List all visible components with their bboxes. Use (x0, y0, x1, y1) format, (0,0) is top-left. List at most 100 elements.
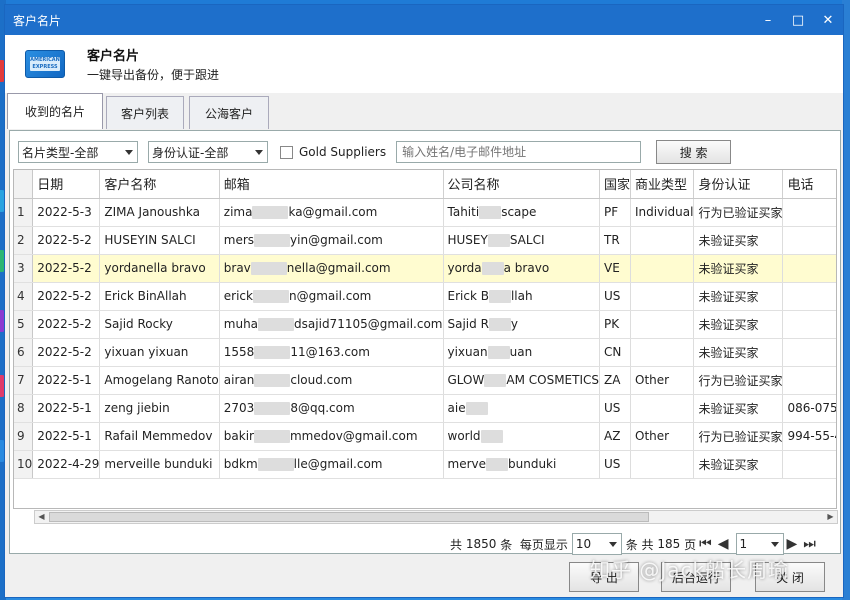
pager: 共 1850 条 每页显示 10 条 共 185 页 ⏮ ◀ 1 ▶ ⏭ (450, 533, 819, 555)
table-row[interactable]: 5 2022-5-2 Sajid Rocky muha dsajid71105@gmai… (14, 310, 836, 339)
email-part-start: airan (223, 373, 255, 387)
table-row[interactable]: 8 2022-5-1 zeng jiebin 2703 8@qq.com aie US 未验证… (14, 394, 836, 423)
company-part-end: uan (509, 345, 533, 359)
table-row[interactable]: 2 2022-5-2 HUSEYIN SALCI mers yin@gmail.com H… (14, 226, 836, 255)
table-row[interactable]: 4 2022-5-2 Erick BinAllah erick n@gmail.com E… (14, 282, 836, 311)
cell-date: 2022-5-2 (32, 254, 101, 283)
col-company[interactable]: 公司名称 (443, 170, 600, 199)
company-part-end: y (510, 317, 519, 331)
cell-company: Sajid R y (443, 310, 600, 339)
cell-biz: Other (630, 366, 695, 395)
tab-bar: 收到的名片 客户列表 公海客户 (5, 93, 843, 129)
col-date[interactable]: 日期 (32, 170, 101, 199)
cell-email: 1558 11@163.com (219, 338, 444, 367)
card-type-select[interactable]: 名片类型-全部 (18, 141, 138, 163)
cell-company: yorda a bravo (443, 254, 600, 283)
tab-customer-list[interactable]: 客户列表 (106, 96, 184, 129)
page-select[interactable]: 1 (735, 533, 784, 555)
cell-company: world (443, 422, 600, 451)
total-prefix: 共 (450, 537, 463, 552)
cell-date: 2022-5-2 (32, 338, 101, 367)
cell-biz: Individual (630, 198, 695, 227)
gold-suppliers-checkbox[interactable] (280, 145, 293, 159)
cell-email: bdkm lle@gmail.com (219, 450, 444, 479)
col-name[interactable]: 客户名称 (99, 170, 220, 199)
header: AMERICAN EXPRESS 客户名片 一键导出备份，便于跟进 (5, 35, 843, 93)
scroll-right-icon[interactable]: ▶ (824, 511, 837, 523)
scroll-thumb[interactable] (49, 512, 649, 522)
close-icon[interactable]: ✕ (813, 5, 843, 35)
verify-select[interactable]: 身份认证-全部 (148, 141, 268, 163)
cell-verify: 未验证买家 (693, 338, 784, 367)
cell-biz: Other (630, 422, 695, 451)
tab-received-cards[interactable]: 收到的名片 (7, 93, 103, 129)
minimize-icon[interactable]: – (753, 5, 783, 35)
first-page-icon[interactable]: ⏮ (699, 536, 712, 552)
email-part-end: n@gmail.com (288, 289, 372, 303)
email-part-end: ka@gmail.com (288, 205, 378, 219)
chevron-down-icon (770, 542, 779, 547)
redacted-block (254, 374, 291, 387)
table-row[interactable]: 10 2022-4-29 merveille bunduki bdkm lle@gmai… (14, 450, 836, 479)
customer-card-window: 客户名片 – □ ✕ AMERICAN EXPRESS 客户名片 一键导出备份，… (4, 4, 844, 598)
total-count: 1850 (465, 537, 497, 551)
cell-verify: 未验证买家 (693, 282, 784, 311)
redacted-block (253, 430, 290, 443)
row-number: 9 (14, 422, 34, 451)
cell-phone (782, 254, 836, 283)
email-part-start: mers (223, 233, 255, 247)
col-country[interactable]: 国家 (599, 170, 632, 199)
cell-biz (630, 450, 695, 479)
col-business-type[interactable]: 商业类型 (630, 170, 695, 199)
cell-country: PK (599, 310, 632, 339)
header-title: 客户名片 (87, 49, 140, 64)
prev-page-icon[interactable]: ◀ (718, 536, 729, 552)
redacted-block (254, 402, 291, 415)
watermark: 知乎 @Jack船长周瑜 (590, 558, 790, 582)
col-verify[interactable]: 身份认证 (693, 170, 784, 199)
cell-country: US (599, 282, 632, 311)
email-part-end: nella@gmail.com (286, 261, 391, 275)
cell-name: Amogelang Ranoto (99, 366, 220, 395)
per-page-select[interactable]: 10 (571, 533, 622, 555)
table-row[interactable]: 1 2022-5-3 ZIMA Janoushka zima ka@gmail.com T… (14, 198, 836, 227)
gold-suppliers-label: Gold Suppliers (299, 145, 387, 159)
cell-email: zima ka@gmail.com (219, 198, 444, 227)
cell-biz (630, 226, 695, 255)
cell-verify: 未验证买家 (693, 254, 784, 283)
cell-name: Rafail Memmedov (99, 422, 220, 451)
table-row[interactable]: 7 2022-5-1 Amogelang Ranoto airan cloud.com G… (14, 366, 836, 395)
last-page-icon[interactable]: ⏭ (803, 536, 816, 552)
cell-company: aie (443, 394, 600, 423)
email-part-start: bakir (223, 429, 254, 443)
cell-name: HUSEYIN SALCI (99, 226, 220, 255)
cell-country: AZ (599, 422, 632, 451)
tab-public-customers[interactable]: 公海客户 (189, 96, 269, 129)
table-row[interactable]: 6 2022-5-2 yixuan yixuan 1558 11@163.com yixu… (14, 338, 836, 367)
col-email[interactable]: 邮箱 (219, 170, 444, 199)
next-page-icon[interactable]: ▶ (787, 536, 798, 552)
credit-card-icon: AMERICAN EXPRESS (25, 50, 65, 78)
redacted-block (254, 346, 291, 359)
email-part-start: muha (223, 317, 259, 331)
table-row[interactable]: 3 2022-5-2 yordanella bravo brav nella@gmail… (14, 254, 836, 283)
cell-country: VE (599, 254, 632, 283)
company-part-end: scape (501, 205, 537, 219)
cell-phone (782, 338, 836, 367)
search-input[interactable] (396, 141, 642, 163)
cell-phone (782, 198, 836, 227)
horizontal-scrollbar[interactable]: ◀ ▶ (34, 510, 838, 524)
maximize-icon[interactable]: □ (783, 5, 813, 35)
search-button[interactable]: 搜 索 (656, 140, 732, 164)
credit-card-icon-text: AMERICAN EXPRESS (30, 57, 60, 71)
company-part-start: HUSEY (447, 233, 488, 247)
pages-label: 条 共 (625, 537, 654, 552)
cell-country: US (599, 394, 632, 423)
email-part-start: erick (223, 289, 253, 303)
cell-biz (630, 310, 695, 339)
col-phone[interactable]: 电话 (782, 170, 836, 199)
cell-date: 2022-4-29 (32, 450, 101, 479)
table-row[interactable]: 9 2022-5-1 Rafail Memmedov bakir mmedov@gmai… (14, 422, 836, 451)
scroll-left-icon[interactable]: ◀ (35, 511, 48, 523)
cell-name: Sajid Rocky (99, 310, 220, 339)
